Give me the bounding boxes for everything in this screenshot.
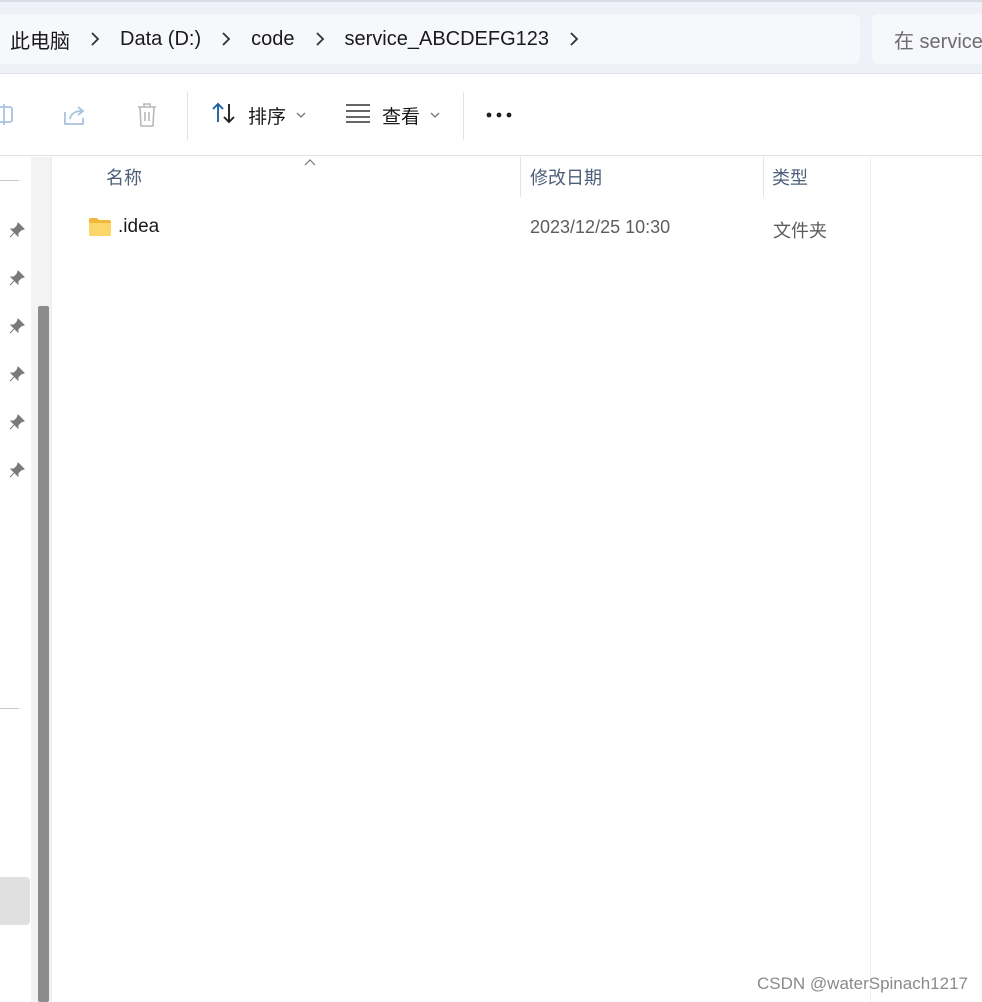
command-bar: 排序 查看 [0, 74, 982, 156]
column-header-date[interactable]: 修改日期 [530, 157, 602, 197]
nav-scrollbar-thumb[interactable] [38, 306, 49, 1002]
column-separator[interactable] [763, 157, 764, 197]
navigation-pane [0, 157, 31, 1002]
delete-icon[interactable] [132, 100, 162, 130]
file-modified-date: 2023/12/25 10:30 [530, 217, 671, 237]
breadcrumb[interactable]: 此电脑 Data (D:) code service_ABCDEFG123 [0, 14, 860, 64]
toolbar-separator [187, 92, 188, 140]
chevron-down-icon [430, 106, 440, 124]
sort-button[interactable]: 排序 [210, 94, 306, 136]
breadcrumb-item-data-drive[interactable]: Data (D:) [112, 28, 209, 51]
toolbar-separator [463, 92, 464, 140]
rename-icon[interactable] [0, 100, 18, 130]
nav-divider [0, 180, 19, 181]
sort-icon [210, 101, 238, 130]
pin-icon[interactable] [8, 221, 26, 239]
file-list: 名称 修改日期 类型 .idea 2023/12/25 10:30 文件夹 [58, 157, 871, 1002]
pin-icon[interactable] [8, 317, 26, 335]
breadcrumb-item-this-pc[interactable]: 此电脑 [0, 25, 78, 54]
search-input[interactable]: 在 service [872, 14, 982, 64]
folder-icon [89, 218, 111, 236]
column-separator[interactable] [520, 157, 521, 197]
file-type: 文件夹 [773, 221, 827, 241]
breadcrumb-item-current-folder[interactable]: service_ABCDEFG123 [337, 28, 558, 51]
pane-divider [51, 157, 52, 1002]
view-button[interactable]: 查看 [344, 94, 440, 136]
column-header-name[interactable]: 名称 [106, 157, 142, 197]
column-header-type[interactable]: 类型 [772, 157, 808, 197]
search-placeholder: 在 service [894, 30, 982, 53]
pin-icon[interactable] [8, 461, 26, 479]
view-label: 查看 [382, 106, 421, 128]
chevron-right-icon[interactable] [303, 14, 337, 64]
nav-selected-item[interactable] [0, 877, 30, 925]
chevron-right-icon[interactable] [209, 14, 243, 64]
view-lines-icon [344, 102, 372, 129]
chevron-right-icon[interactable] [557, 14, 591, 64]
nav-divider [0, 708, 19, 709]
share-icon[interactable] [60, 100, 90, 130]
watermark: CSDN @waterSpinach1217 [757, 974, 968, 993]
pin-icon[interactable] [8, 413, 26, 431]
chevron-right-icon[interactable] [78, 14, 112, 64]
sort-label: 排序 [248, 106, 287, 128]
file-name: .idea [118, 216, 160, 237]
pin-icon[interactable] [8, 269, 26, 287]
address-bar-region: 此电脑 Data (D:) code service_ABCDEFG123 在 … [0, 0, 982, 74]
pin-icon[interactable] [8, 365, 26, 383]
more-icon[interactable] [484, 100, 514, 130]
sort-ascending-icon [304, 159, 316, 166]
file-row[interactable]: .idea 2023/12/25 10:30 文件夹 [82, 207, 871, 247]
chevron-down-icon [296, 106, 306, 124]
breadcrumb-item-code[interactable]: code [243, 28, 302, 51]
